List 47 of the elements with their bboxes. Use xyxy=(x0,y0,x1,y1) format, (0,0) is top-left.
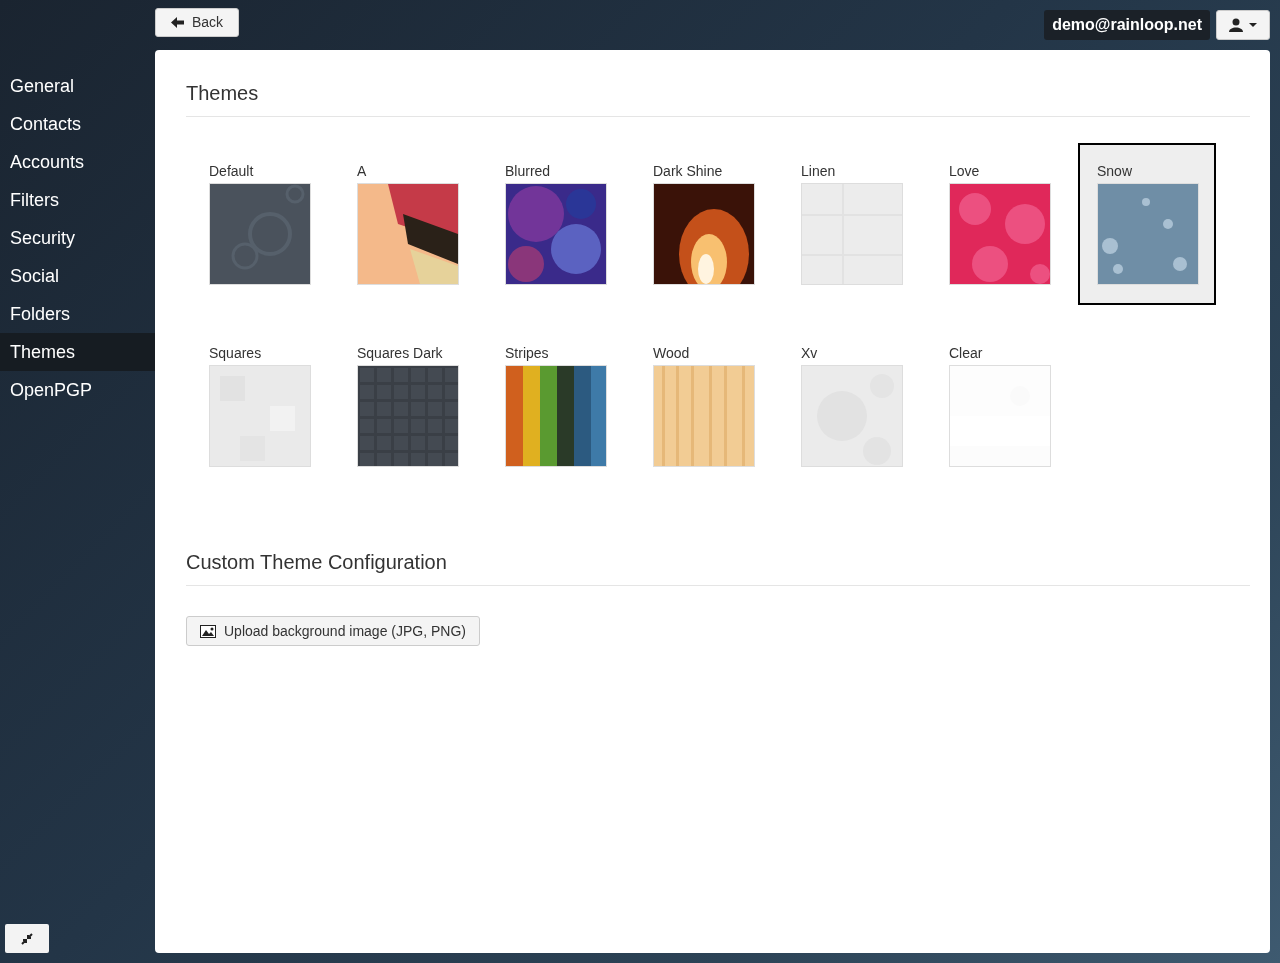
sidebar-item[interactable]: Accounts xyxy=(0,143,155,181)
theme-option[interactable]: A xyxy=(338,143,476,305)
theme-name: Snow xyxy=(1097,163,1134,179)
upload-button[interactable]: Upload background image (JPG, PNG) xyxy=(186,616,480,646)
theme-name: Wood xyxy=(653,345,691,361)
caret-icon xyxy=(1249,23,1257,27)
theme-option[interactable]: Squares Dark xyxy=(338,325,476,487)
theme-option[interactable]: Default xyxy=(190,143,328,305)
sidebar-item[interactable]: Folders xyxy=(0,295,155,333)
theme-option[interactable]: Squares xyxy=(190,325,328,487)
theme-option[interactable]: Love xyxy=(930,143,1068,305)
theme-name: Xv xyxy=(801,345,819,361)
theme-name: Stripes xyxy=(505,345,550,361)
section-title: Custom Theme Configuration xyxy=(186,547,1250,586)
theme-option[interactable]: Snow xyxy=(1078,143,1216,305)
theme-name: Dark Shine xyxy=(653,163,724,179)
theme-name: Love xyxy=(949,163,981,179)
theme-option[interactable]: Clear xyxy=(930,325,1068,487)
theme-name: Linen xyxy=(801,163,837,179)
sidebar-item[interactable]: Filters xyxy=(0,181,155,219)
user-icon xyxy=(1229,18,1243,32)
sidebar-item[interactable]: Social xyxy=(0,257,155,295)
theme-name: Squares xyxy=(209,345,263,361)
section-title: Themes xyxy=(186,78,1250,117)
theme-name: Blurred xyxy=(505,163,552,179)
arrow-left-icon xyxy=(171,17,184,28)
image-icon xyxy=(200,624,216,638)
theme-option[interactable]: Dark Shine xyxy=(634,143,772,305)
back-button[interactable]: Back xyxy=(155,8,240,37)
sidebar-item[interactable]: Security xyxy=(0,219,155,257)
sidebar-item[interactable]: OpenPGP xyxy=(0,371,155,409)
theme-name: Squares Dark xyxy=(357,345,444,361)
theme-option[interactable]: Wood xyxy=(634,325,772,487)
theme-option[interactable]: Linen xyxy=(782,143,920,305)
theme-name: Default xyxy=(209,163,255,179)
theme-option[interactable]: Stripes xyxy=(486,325,624,487)
sidebar-item[interactable]: General xyxy=(0,67,155,105)
theme-name: Clear xyxy=(949,345,984,361)
theme-option[interactable]: Xv xyxy=(782,325,920,487)
user-menu-button[interactable] xyxy=(1216,10,1270,40)
theme-option[interactable]: Blurred xyxy=(486,143,624,305)
theme-name: A xyxy=(357,163,368,179)
sidebar-item[interactable]: Themes xyxy=(0,333,155,371)
sidebar-item[interactable]: Contacts xyxy=(0,105,155,143)
collapse-icon xyxy=(21,932,33,945)
account-email: demo@rainloop.net xyxy=(1044,10,1210,40)
collapse-button[interactable] xyxy=(5,924,49,953)
